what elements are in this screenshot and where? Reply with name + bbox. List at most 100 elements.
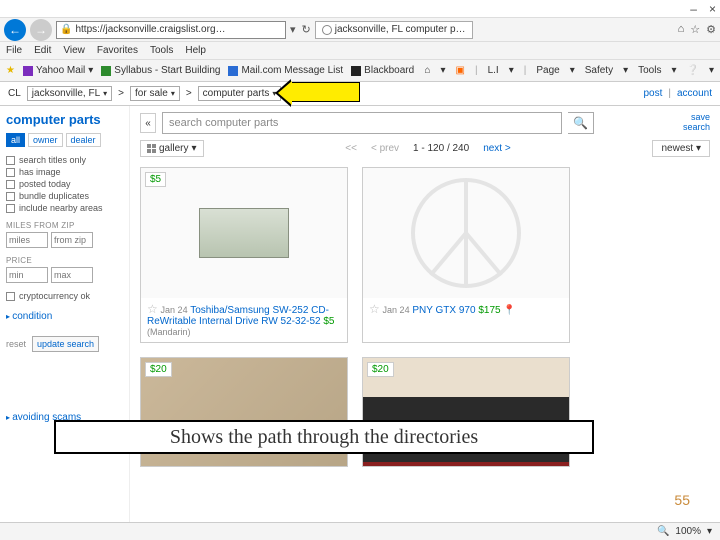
listing-card[interactable]: ☆ Jan 24 PNY GTX 970 $175 📍 — [362, 167, 570, 343]
filter-condition[interactable]: condition — [6, 311, 123, 322]
refresh-icon[interactable]: ↻ — [302, 23, 311, 36]
search-input[interactable]: search computer parts — [162, 112, 562, 134]
browser-tab[interactable]: jacksonville, FL computer p… — [315, 21, 473, 39]
forward-button[interactable]: → — [30, 19, 52, 41]
view-mode-select[interactable]: gallery ▾ — [140, 140, 204, 157]
reset-link[interactable]: reset — [6, 339, 26, 349]
close-button[interactable]: × — [709, 2, 716, 16]
ie-command-bar: ⌂▾ ▣ | L.I▾ | Page ▾ Safety ▾ Tools ▾ ❔ … — [424, 65, 714, 76]
crumb-subcategory[interactable]: computer parts▾ — [198, 86, 282, 101]
callout-arrow — [290, 82, 360, 102]
tab-dealer[interactable]: dealer — [66, 133, 101, 147]
checkbox-icon — [6, 180, 15, 189]
page-next[interactable]: next > — [483, 143, 511, 154]
tab-owner[interactable]: owner — [28, 133, 63, 147]
cmd-home-icon[interactable]: ⌂ — [424, 65, 430, 76]
checkbox-icon — [6, 192, 15, 201]
menu-view[interactable]: View — [63, 45, 85, 56]
listing-date: Jan 24 — [383, 305, 410, 315]
page-range: 1 - 120 / 240 — [413, 143, 469, 154]
url-text: https://jacksonville.craigslist.org… — [75, 24, 225, 35]
cl-logo[interactable]: CL — [8, 88, 21, 99]
menu-edit[interactable]: Edit — [34, 45, 51, 56]
filter-nearby[interactable]: include nearby areas — [6, 203, 123, 213]
filter-crypto[interactable]: cryptocurrency ok — [6, 291, 123, 301]
dropdown-icon[interactable]: ▾ — [290, 23, 296, 36]
star-icon[interactable]: ☆ — [690, 23, 700, 36]
checkbox-icon — [6, 204, 15, 213]
lock-icon: 🔒 — [60, 24, 72, 35]
miles-label: MILES FROM ZIP — [6, 221, 123, 230]
zoom-dropdown-icon[interactable]: ▾ — [707, 526, 712, 537]
gear-icon[interactable]: ⚙ — [706, 23, 716, 36]
tab-title: jacksonville, FL computer p… — [335, 24, 466, 35]
pagination: << < prev 1 - 120 / 240 next > — [345, 143, 510, 154]
sort-select[interactable]: newest ▾ — [652, 140, 710, 157]
cmd-page[interactable]: Page — [536, 65, 559, 76]
back-button[interactable]: ← — [4, 19, 26, 41]
zoom-level: 100% — [675, 526, 701, 537]
cmd-safety[interactable]: Safety — [585, 65, 613, 76]
menu-bar: File Edit View Favorites Tools Help — [0, 42, 720, 60]
map-icon[interactable]: 📍 — [503, 305, 515, 316]
zoom-icon[interactable]: 🔍 — [657, 526, 669, 537]
listing-price: $5 — [323, 316, 334, 327]
address-icons: ▾ ↻ — [290, 23, 311, 36]
save-search-link[interactable]: savesearch — [683, 113, 710, 133]
menu-favorites[interactable]: Favorites — [97, 45, 138, 56]
price-min-input[interactable] — [6, 267, 48, 283]
crumb-category[interactable]: for sale▾ — [130, 86, 180, 101]
page-first[interactable]: << — [345, 143, 357, 154]
checkbox-icon — [6, 292, 15, 301]
listing-card[interactable]: $5 ☆ Jan 24 Toshiba/Samsung SW-252 CD-Re… — [140, 167, 348, 343]
menu-help[interactable]: Help — [185, 45, 206, 56]
cd-drive-image — [199, 208, 289, 258]
slide-annotation: Shows the path through the directories — [54, 420, 594, 454]
cmd-li[interactable]: L.I — [488, 65, 499, 76]
cmd-help-icon[interactable]: ❔ — [687, 65, 699, 76]
listing-price: $175 — [478, 305, 500, 316]
listing-title[interactable]: PNY GTX 970 — [412, 305, 475, 316]
status-bar: 🔍 100% ▾ — [0, 522, 720, 540]
grid-icon — [147, 144, 156, 153]
filter-titles-only[interactable]: search titles only — [6, 155, 123, 165]
cmd-rss-icon[interactable]: ▣ — [456, 65, 465, 76]
listing-image: $5 — [141, 168, 347, 298]
page-content: computer parts all owner dealer search t… — [0, 106, 720, 536]
price-tag: $20 — [367, 362, 394, 377]
favorites-icon[interactable]: ★ — [6, 65, 15, 76]
no-image-icon — [411, 178, 521, 288]
account-link[interactable]: account — [677, 88, 712, 99]
price-max-input[interactable] — [51, 267, 93, 283]
zip-input[interactable] — [51, 232, 93, 248]
address-bar-row: ← → 🔒 https://jacksonville.craigslist.or… — [0, 18, 720, 42]
collapse-sidebar-button[interactable]: « — [140, 113, 156, 133]
minimize-button[interactable]: – — [690, 2, 697, 16]
bookmark-syllabus[interactable]: Syllabus - Start Building — [101, 65, 220, 76]
menu-file[interactable]: File — [6, 45, 22, 56]
window-titlebar: – × — [0, 0, 720, 18]
page-prev[interactable]: < prev — [371, 143, 399, 154]
filter-has-image[interactable]: has image — [6, 167, 123, 177]
bookmark-yahoo[interactable]: Yahoo Mail ▾ — [23, 65, 93, 76]
price-label: PRICE — [6, 256, 123, 265]
bookmark-mailcom[interactable]: Mail.com Message List — [228, 65, 343, 76]
home-icon[interactable]: ⌂ — [678, 23, 685, 36]
cmd-tools[interactable]: Tools — [638, 65, 661, 76]
search-button[interactable]: 🔍 — [568, 112, 594, 134]
update-search-button[interactable]: update search — [32, 336, 99, 352]
crumb-location[interactable]: jacksonville, FL▾ — [27, 86, 112, 101]
favorite-icon[interactable]: ☆ — [147, 302, 158, 316]
address-bar[interactable]: 🔒 https://jacksonville.craigslist.org… — [56, 21, 286, 39]
search-icon: 🔍 — [573, 116, 588, 130]
tab-all[interactable]: all — [6, 133, 25, 147]
price-tag: $20 — [145, 362, 172, 377]
miles-input[interactable] — [6, 232, 48, 248]
post-link[interactable]: post — [643, 88, 662, 99]
menu-tools[interactable]: Tools — [150, 45, 173, 56]
bookmarks-bar: ★ Yahoo Mail ▾ Syllabus - Start Building… — [0, 60, 720, 82]
filter-posted-today[interactable]: posted today — [6, 179, 123, 189]
bookmark-blackboard[interactable]: Blackboard — [351, 65, 414, 76]
filter-bundle-dup[interactable]: bundle duplicates — [6, 191, 123, 201]
favorite-icon[interactable]: ☆ — [369, 302, 380, 316]
